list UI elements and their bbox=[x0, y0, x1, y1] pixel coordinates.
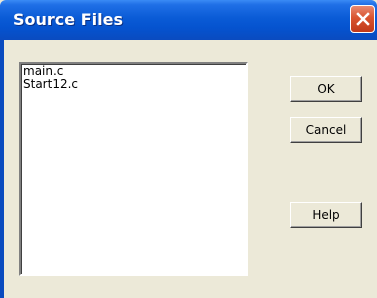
list-item[interactable]: Start12.c bbox=[21, 78, 246, 91]
source-files-list: main.c Start12.c bbox=[21, 64, 246, 91]
help-button[interactable]: Help bbox=[290, 202, 362, 228]
source-files-listbox[interactable]: main.c Start12.c bbox=[19, 62, 248, 276]
title-bar[interactable]: Source Files bbox=[0, 0, 377, 40]
cancel-button[interactable]: Cancel bbox=[290, 117, 362, 143]
ok-button[interactable]: OK bbox=[290, 76, 362, 102]
window-frame-left bbox=[0, 40, 4, 298]
window-title: Source Files bbox=[13, 10, 123, 29]
close-icon bbox=[356, 12, 370, 26]
close-button[interactable] bbox=[350, 5, 375, 33]
